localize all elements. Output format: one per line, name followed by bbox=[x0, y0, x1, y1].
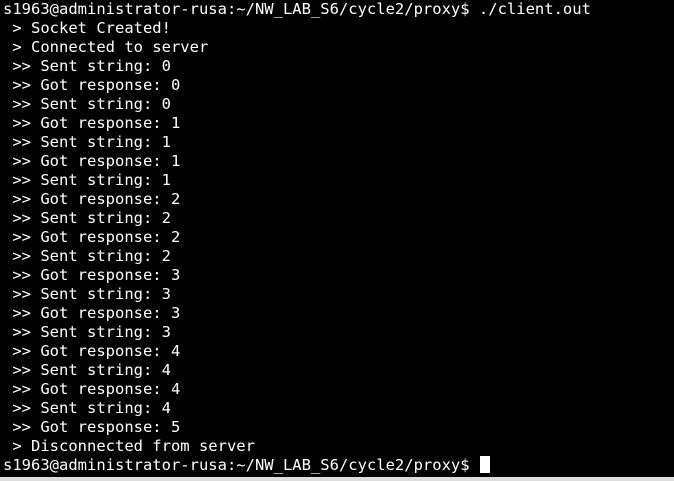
output-line: >> Sent string: 3 bbox=[3, 323, 171, 341]
output-line-connected: > Connected to server bbox=[3, 38, 209, 56]
output-line-disconnected: > Disconnected from server bbox=[3, 437, 255, 455]
output-line: >> Sent string: 2 bbox=[3, 209, 171, 227]
output-line: >> Got response: 0 bbox=[3, 76, 181, 94]
terminal-window[interactable]: s1963@administrator-rusa:~/NW_LAB_S6/cyc… bbox=[0, 0, 674, 477]
output-line: >> Sent string: 1 bbox=[3, 133, 171, 151]
output-line: >> Got response: 3 bbox=[3, 266, 181, 284]
output-line: >> Got response: 3 bbox=[3, 304, 181, 322]
output-line: >> Got response: 4 bbox=[3, 380, 181, 398]
output-line: >> Sent string: 2 bbox=[3, 247, 171, 265]
output-line: >> Sent string: 0 bbox=[3, 95, 171, 113]
output-line: >> Got response: 1 bbox=[3, 152, 181, 170]
output-line: >> Sent string: 4 bbox=[3, 399, 171, 417]
shell-prompt-line[interactable]: s1963@administrator-rusa:~/NW_LAB_S6/cyc… bbox=[3, 456, 674, 475]
output-line: >> Got response: 2 bbox=[3, 228, 181, 246]
output-line-socket-created: > Socket Created! bbox=[3, 19, 171, 37]
text-cursor bbox=[479, 456, 490, 473]
output-line: >> Sent string: 3 bbox=[3, 285, 171, 303]
shell-prompt: s1963@administrator-rusa:~/NW_LAB_S6/cyc… bbox=[3, 456, 479, 474]
output-line: >> Got response: 4 bbox=[3, 342, 181, 360]
window-bottom-border bbox=[0, 477, 674, 481]
output-line: >> Got response: 2 bbox=[3, 190, 181, 208]
command-prompt-line: s1963@administrator-rusa:~/NW_LAB_S6/cyc… bbox=[3, 0, 591, 18]
output-line: >> Sent string: 4 bbox=[3, 361, 171, 379]
output-line: >> Got response: 1 bbox=[3, 114, 181, 132]
output-line: >> Got response: 5 bbox=[3, 418, 181, 436]
output-line: >> Sent string: 1 bbox=[3, 171, 171, 189]
output-line: >> Sent string: 0 bbox=[3, 57, 171, 75]
